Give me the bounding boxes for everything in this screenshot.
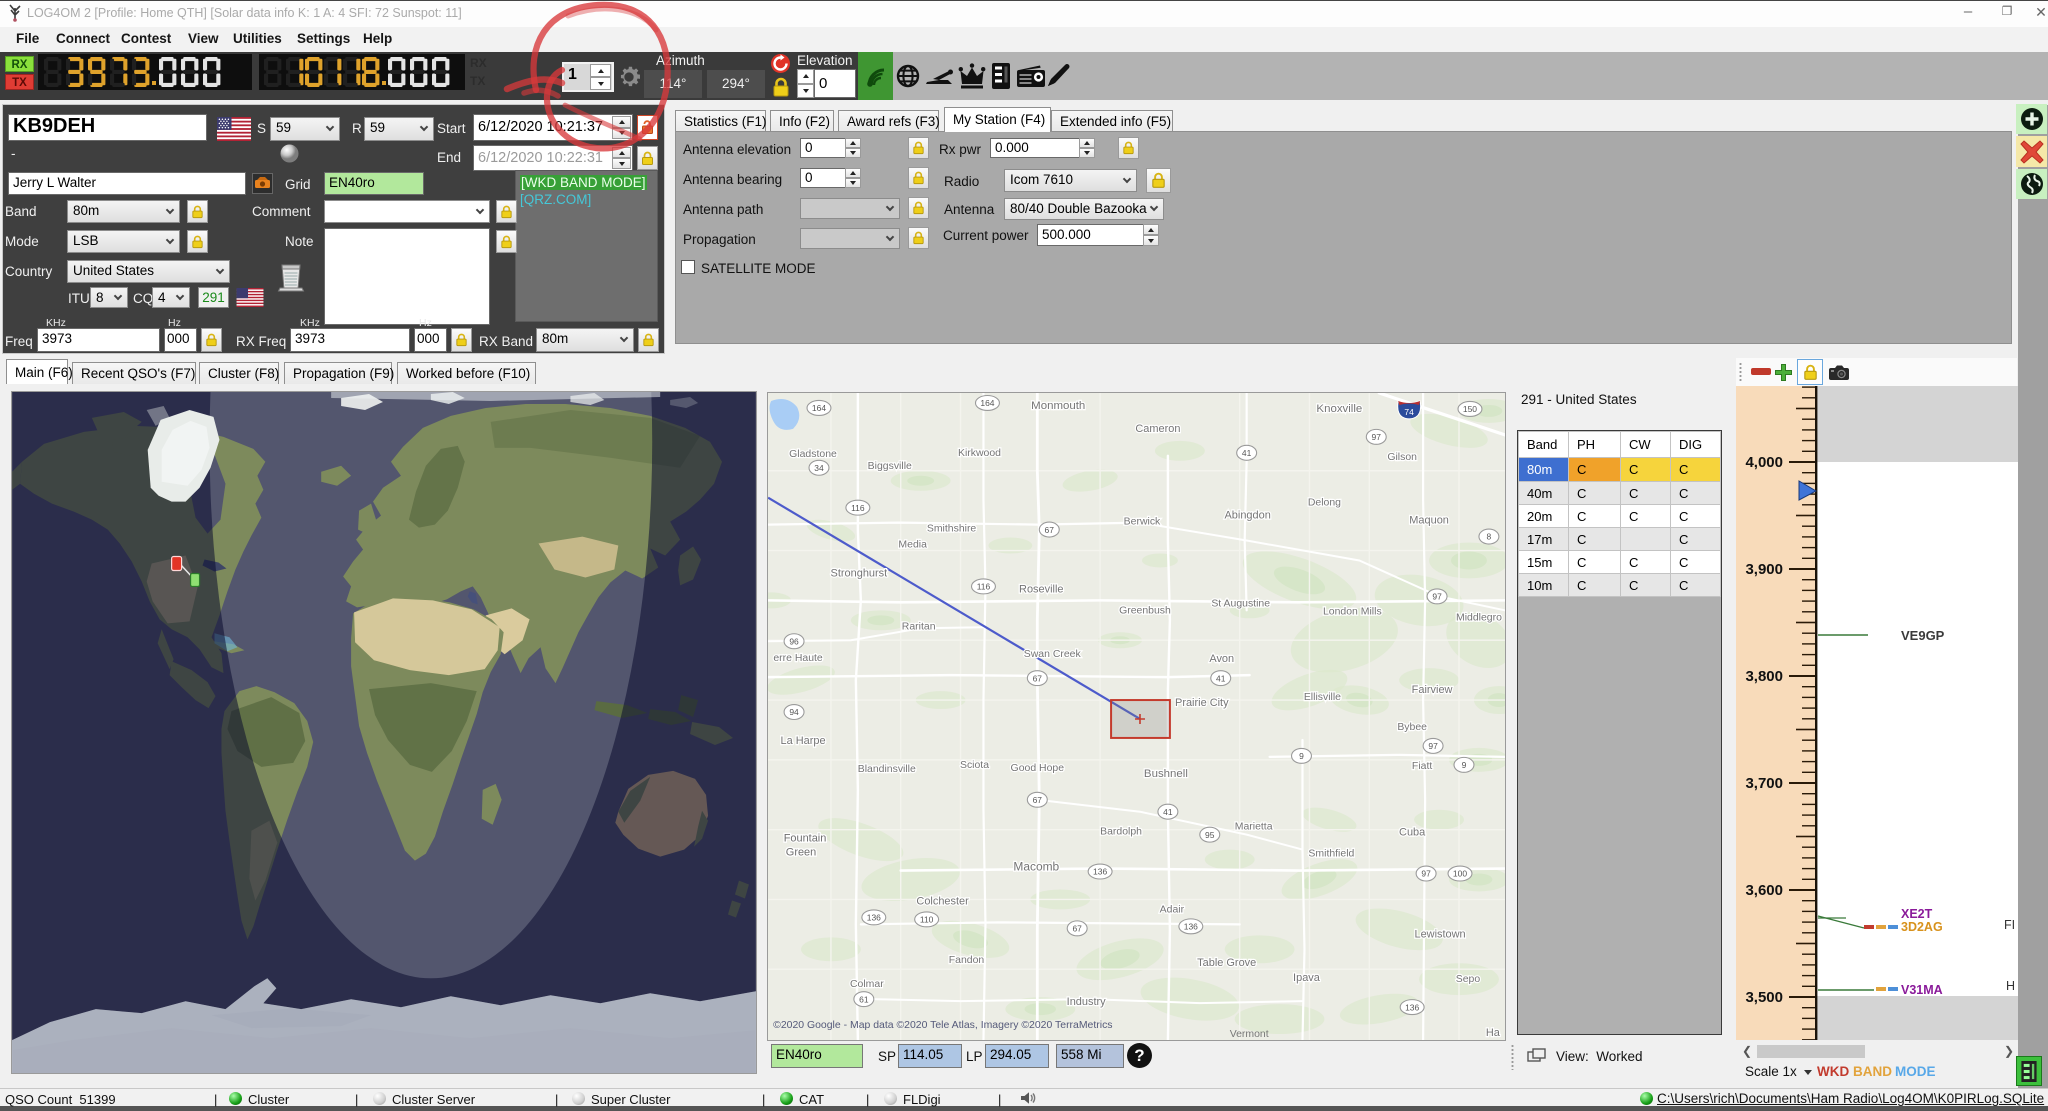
svg-text:3D2AG: 3D2AG — [1901, 920, 1943, 934]
svg-text:97: 97 — [1421, 869, 1431, 879]
svg-text:Smithfield: Smithfield — [1308, 849, 1354, 860]
svg-text:Bybee: Bybee — [1397, 722, 1427, 733]
svg-text:Lewistown: Lewistown — [1414, 928, 1465, 940]
svg-text:74: 74 — [1404, 407, 1414, 417]
svg-text:116: 116 — [977, 582, 991, 592]
svg-text:3,700: 3,700 — [1745, 775, 1783, 792]
svg-text:110: 110 — [920, 915, 934, 925]
svg-text:67: 67 — [1033, 795, 1043, 805]
svg-text:erre Haute: erre Haute — [773, 653, 823, 664]
svg-text:Ha: Ha — [1486, 1027, 1501, 1039]
svg-text:67: 67 — [1045, 525, 1055, 535]
svg-text:Bardolph: Bardolph — [1100, 827, 1142, 838]
svg-text:41: 41 — [1163, 807, 1173, 817]
svg-text:Roseville: Roseville — [1019, 583, 1063, 595]
svg-text:116: 116 — [851, 503, 865, 513]
svg-text:©2020 Google - Map data ©2020: ©2020 Google - Map data ©2020 Tele Atlas… — [773, 1020, 1112, 1031]
svg-text:41: 41 — [1242, 448, 1252, 458]
svg-text:Maquon: Maquon — [1409, 515, 1449, 527]
svg-text:Fairview: Fairview — [1412, 684, 1453, 696]
svg-text:Gilson: Gilson — [1387, 452, 1417, 463]
svg-text:136: 136 — [1093, 867, 1107, 877]
svg-text:FI: FI — [2004, 918, 2015, 932]
svg-text:136: 136 — [867, 913, 881, 923]
svg-text:136: 136 — [1405, 1002, 1419, 1012]
svg-text:3,600: 3,600 — [1745, 882, 1783, 899]
svg-text:67: 67 — [1072, 924, 1082, 934]
svg-text:Fountain: Fountain — [784, 833, 827, 845]
svg-text:164: 164 — [812, 403, 826, 413]
svg-text:Kirkwood: Kirkwood — [958, 448, 1001, 459]
svg-text:St Augustine: St Augustine — [1211, 598, 1270, 609]
svg-text:Monmouth: Monmouth — [1031, 400, 1085, 412]
svg-text:H: H — [2006, 979, 2015, 993]
svg-text:97: 97 — [1428, 741, 1438, 751]
svg-text:Berwick: Berwick — [1124, 517, 1161, 528]
svg-text:Table Grove: Table Grove — [1197, 957, 1256, 969]
svg-text:Avon: Avon — [1209, 653, 1234, 665]
svg-text:La Harpe: La Harpe — [780, 735, 825, 747]
svg-text:9: 9 — [1299, 751, 1304, 761]
svg-text:96: 96 — [789, 636, 799, 646]
svg-text:Biggsville: Biggsville — [868, 461, 912, 472]
svg-text:41: 41 — [1216, 673, 1226, 683]
svg-text:XE2T: XE2T — [1901, 907, 1933, 921]
svg-text:Gladstone: Gladstone — [789, 449, 837, 460]
svg-text:Delong: Delong — [1308, 498, 1341, 509]
svg-text:4,000: 4,000 — [1745, 454, 1783, 471]
svg-text:34: 34 — [814, 463, 824, 473]
svg-text:Greenbush: Greenbush — [1119, 605, 1171, 616]
svg-text:London Mills: London Mills — [1323, 606, 1382, 617]
svg-text:Bushnell: Bushnell — [1144, 768, 1188, 780]
svg-text:Ellisville: Ellisville — [1304, 692, 1341, 703]
svg-text:Swan Creek: Swan Creek — [1024, 649, 1082, 660]
svg-text:150: 150 — [1463, 404, 1477, 414]
svg-text:Blandinsville: Blandinsville — [858, 764, 916, 775]
svg-text:Media: Media — [898, 540, 927, 551]
svg-text:Raritan: Raritan — [902, 621, 936, 632]
svg-text:164: 164 — [980, 398, 994, 408]
svg-text:Colchester: Colchester — [916, 895, 969, 907]
svg-text:Abingdon: Abingdon — [1225, 510, 1271, 522]
svg-text:Ipava: Ipava — [1293, 972, 1321, 984]
svg-text:Sepo: Sepo — [1456, 974, 1481, 985]
svg-text:Stronghurst: Stronghurst — [831, 567, 888, 579]
svg-text:Knoxville: Knoxville — [1316, 403, 1362, 415]
svg-text:8: 8 — [1487, 532, 1492, 542]
svg-text:3,500: 3,500 — [1745, 989, 1783, 1006]
svg-text:9: 9 — [1462, 760, 1467, 770]
svg-text:97: 97 — [1372, 432, 1382, 442]
svg-text:97: 97 — [1432, 592, 1442, 602]
svg-text:Prairie City: Prairie City — [1175, 697, 1229, 709]
svg-text:Cuba: Cuba — [1399, 827, 1426, 839]
svg-text:Fandon: Fandon — [949, 955, 985, 966]
svg-text:61: 61 — [859, 994, 869, 1004]
svg-text:Good Hope: Good Hope — [1011, 763, 1065, 774]
svg-text:Cameron: Cameron — [1135, 423, 1180, 435]
svg-text:3,900: 3,900 — [1745, 561, 1783, 578]
svg-text:Vermont: Vermont — [1230, 1029, 1269, 1040]
svg-text:95: 95 — [1205, 830, 1215, 840]
svg-text:100: 100 — [1453, 869, 1467, 879]
svg-text:Industry: Industry — [1067, 996, 1106, 1008]
svg-text:Sciota: Sciota — [960, 760, 989, 771]
svg-text:67: 67 — [1033, 673, 1043, 683]
svg-text:Middlegro: Middlegro — [1456, 612, 1502, 623]
svg-text:Marietta: Marietta — [1235, 822, 1273, 833]
svg-text:Macomb: Macomb — [1013, 860, 1059, 874]
svg-text:94: 94 — [789, 707, 799, 717]
svg-text:Green: Green — [786, 847, 816, 859]
svg-text:VE9GP: VE9GP — [1901, 628, 1945, 643]
svg-text:V31MA: V31MA — [1901, 983, 1943, 997]
svg-text:Fiatt: Fiatt — [1412, 761, 1432, 772]
svg-text:Adair: Adair — [1160, 904, 1185, 915]
svg-text:Smithshire: Smithshire — [927, 524, 977, 535]
svg-text:136: 136 — [1184, 922, 1198, 932]
svg-text:Colmar: Colmar — [850, 979, 884, 990]
svg-text:3,800: 3,800 — [1745, 668, 1783, 685]
